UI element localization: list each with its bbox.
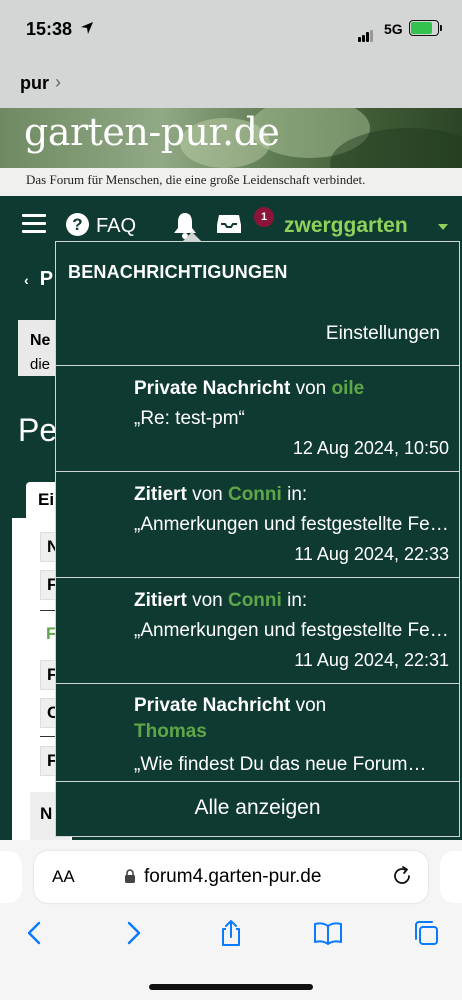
faq-link[interactable]: FAQ bbox=[96, 215, 136, 238]
chevron-right-icon: › bbox=[55, 72, 61, 92]
notification-by: von bbox=[295, 378, 327, 399]
battery-cap bbox=[440, 25, 442, 31]
notification-settings-link[interactable]: Einstellungen bbox=[326, 323, 440, 345]
user-menu-button[interactable]: zwerggarten bbox=[284, 214, 408, 238]
reload-icon[interactable] bbox=[390, 864, 414, 888]
notification-type: Zitiert bbox=[134, 590, 187, 611]
notice-title: Ne bbox=[30, 332, 51, 349]
notification-title: Private Nachricht von oile bbox=[134, 378, 364, 400]
inbox-icon[interactable] bbox=[216, 213, 242, 235]
notification-preview: „Anmerkungen und festgestellte Fehler… bbox=[134, 620, 450, 641]
app-back-bar bbox=[0, 58, 462, 108]
notification-by: von bbox=[295, 695, 327, 716]
notification-user[interactable]: Conni bbox=[228, 484, 282, 505]
notification-preview: „Wie findest Du das neue Forum… bbox=[134, 754, 427, 775]
notification-count-badge: 1 bbox=[254, 207, 274, 227]
notification-title: Zitiert von Conni in: bbox=[134, 590, 307, 612]
notification-by: von bbox=[192, 484, 223, 505]
notification-user[interactable]: Conni bbox=[228, 590, 282, 611]
next-tab-pill[interactable] bbox=[440, 851, 462, 903]
question-icon[interactable]: ? bbox=[66, 213, 89, 236]
notification-by: von bbox=[192, 590, 223, 611]
cellular-signal-icon bbox=[358, 24, 374, 42]
notification-type: Zitiert bbox=[134, 484, 187, 505]
location-arrow-icon bbox=[81, 22, 93, 34]
page-back-link[interactable]: ‹ P bbox=[24, 268, 53, 291]
notification-title: Zitiert von Conni in: bbox=[134, 484, 307, 506]
previous-tab-pill[interactable] bbox=[0, 851, 22, 903]
tab-label: Ei bbox=[38, 490, 55, 509]
notification-type: Private Nachricht bbox=[134, 378, 291, 399]
home-indicator bbox=[149, 984, 313, 990]
share-icon[interactable] bbox=[216, 918, 246, 948]
notification-time: 12 Aug 2024, 10:50 bbox=[292, 438, 449, 458]
site-logo-title[interactable]: garten-pur.de bbox=[24, 110, 280, 154]
caret-down-icon[interactable] bbox=[438, 224, 448, 230]
notification-preview: „Re: test-pm“ bbox=[134, 408, 245, 429]
forward-arrow-icon[interactable] bbox=[118, 918, 148, 948]
notification-title: Private Nachricht von bbox=[134, 695, 326, 717]
tabs-icon[interactable] bbox=[411, 918, 441, 948]
notification-time: 11 Aug 2024, 22:31 bbox=[294, 650, 449, 670]
lock-icon bbox=[125, 869, 135, 883]
menu-icon[interactable] bbox=[22, 214, 46, 234]
site-tagline: Das Forum für Menschen, die eine große L… bbox=[26, 172, 366, 187]
notification-user-line: Thomas bbox=[134, 721, 207, 743]
battery-icon bbox=[409, 20, 439, 36]
notification-user[interactable]: oile bbox=[332, 378, 365, 399]
back-arrow-icon[interactable] bbox=[20, 918, 50, 948]
status-time: 15:38 bbox=[26, 19, 73, 39]
text-size-button[interactable]: AA bbox=[52, 867, 75, 887]
network-type: 5G bbox=[384, 21, 403, 37]
notification-suffix: in: bbox=[287, 484, 308, 505]
notification-suffix: in: bbox=[287, 590, 308, 611]
notification-preview: „Anmerkungen und festgestellte Fehler… bbox=[134, 514, 450, 535]
page-back-label: P bbox=[39, 268, 54, 290]
notification-type: Private Nachricht bbox=[134, 695, 291, 716]
page-title: Pe bbox=[18, 412, 58, 448]
url-text[interactable]: forum4.garten-pur.de bbox=[144, 866, 321, 888]
notifications-title: BENACHRICHTIGUNGEN bbox=[68, 262, 288, 282]
back-to-app-link[interactable]: pur bbox=[20, 73, 49, 94]
notice-text: die bbox=[30, 356, 51, 373]
show-all-label[interactable]: Alle anzeigen bbox=[56, 796, 459, 820]
section-label: N bbox=[40, 804, 53, 823]
notification-user[interactable]: Thomas bbox=[134, 721, 207, 742]
notification-time: 11 Aug 2024, 22:33 bbox=[294, 544, 449, 564]
bookmarks-icon[interactable] bbox=[313, 918, 343, 948]
